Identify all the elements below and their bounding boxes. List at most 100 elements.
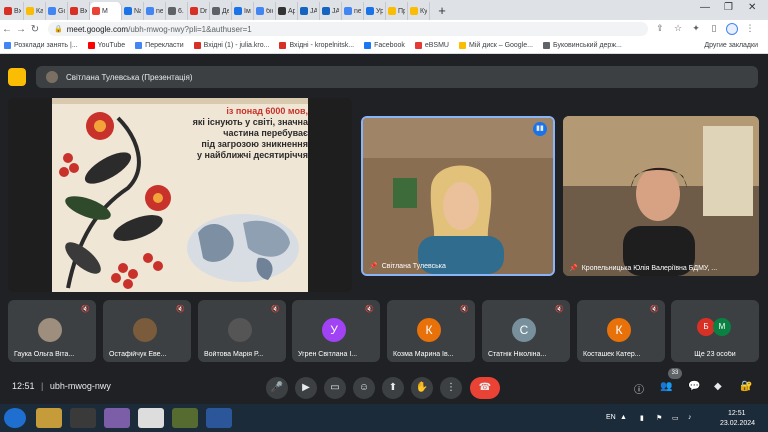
participant-tile[interactable]: 🔇 У Угрен Світлана І... xyxy=(292,300,380,362)
participant-tile[interactable]: 🔇 Гаука Ольга Віта... xyxy=(8,300,96,362)
address-bar[interactable]: 🔒 meet.google.com /ubh-mwog-nwy?pli=1&au… xyxy=(48,22,648,36)
profile-avatar[interactable] xyxy=(726,23,738,35)
participant-tile[interactable]: 🔇 Войтова Марія Р... xyxy=(198,300,286,362)
media-player-app[interactable] xyxy=(70,408,96,428)
minimize-icon[interactable]: — xyxy=(700,2,710,13)
browser-tab[interactable]: Вхі xyxy=(2,2,24,20)
bookmark-item[interactable]: Розклади занять |... xyxy=(4,42,78,49)
tab-favicon-icon xyxy=(70,7,78,15)
participant-tile[interactable]: 🔇 Остафійчук Еве... xyxy=(103,300,191,362)
camera-tile[interactable]: 📌 Кропельницька Юлія Валеріївна БДМУ, ..… xyxy=(563,116,759,276)
tab-favicon-icon xyxy=(256,7,264,15)
participant-tile[interactable]: 🔇 К Косташек Катер... xyxy=(577,300,665,362)
presentation-tile[interactable]: із понад 6000 мов, які існують у світі, … xyxy=(8,98,352,292)
forward-icon[interactable]: → xyxy=(14,24,28,35)
maximize-icon[interactable]: ❐ xyxy=(724,2,733,13)
activities-icon[interactable] xyxy=(8,68,26,86)
browser-tab[interactable]: біо xyxy=(254,2,276,20)
bookmark-item[interactable]: Facebook xyxy=(364,42,405,49)
bookmark-favicon-icon xyxy=(543,42,550,49)
emoji-icon[interactable]: ☺ xyxy=(353,377,375,399)
bookmark-item[interactable]: Буковинський держ... xyxy=(543,42,622,49)
flag-icon[interactable]: ⚑ xyxy=(656,414,662,422)
tab-label: Кар xyxy=(36,7,43,15)
tab-label: Пр xyxy=(398,7,405,15)
address-toolbar: ← → ↻ 🔒 meet.google.com /ubh-mwog-nwy?pl… xyxy=(0,20,768,38)
other-bookmarks[interactable]: Другие закладки xyxy=(704,42,758,49)
browser-tab[interactable]: М xyxy=(90,2,122,20)
browser-tab[interactable]: Dr xyxy=(188,2,210,20)
browser-tab[interactable]: 6. С xyxy=(166,2,188,20)
bookmark-item[interactable]: Вхідні - kropelnitsk... xyxy=(279,42,354,49)
tab-favicon-icon xyxy=(278,7,286,15)
word-app[interactable] xyxy=(206,408,232,428)
browser-tab[interactable]: Кар xyxy=(24,2,46,20)
menu-icon[interactable]: ⋮ xyxy=(744,23,756,35)
speaker-tile[interactable]: ▮▮ 📌 Світлана Тулевська xyxy=(361,116,555,276)
meet-stage: Світлана Тулевська (Презентація) із пона… xyxy=(0,54,768,404)
people-icon[interactable]: 👥 xyxy=(660,381,672,392)
volume-icon[interactable]: ♪ xyxy=(688,414,692,421)
browser-tab[interactable]: Де xyxy=(210,2,232,20)
tab-favicon-icon xyxy=(4,7,12,15)
chat-icon[interactable]: 💬 xyxy=(688,381,700,392)
browser-tab[interactable]: Ар xyxy=(276,2,298,20)
battery-icon[interactable]: ▭ xyxy=(672,414,679,422)
url-path: /ubh-mwog-nwy?pli=1&authuser=1 xyxy=(128,24,252,34)
browser-tab[interactable]: nev xyxy=(342,2,364,20)
new-tab-button[interactable]: + xyxy=(434,4,450,20)
browser-tab[interactable]: Na xyxy=(122,2,144,20)
bookmark-label: Перекласти xyxy=(145,42,184,49)
tab-favicon-icon xyxy=(124,7,132,15)
participant-tile[interactable]: 🔇 С Статнік Ніколіна... xyxy=(482,300,570,362)
clock-time[interactable]: 12:51 xyxy=(728,410,746,417)
back-icon[interactable]: ← xyxy=(0,24,14,35)
participant-tile[interactable]: 🔇 К Козма Марина Ів... xyxy=(387,300,475,362)
captions-icon[interactable]: ▭ xyxy=(324,377,346,399)
activities-shapes-icon[interactable]: ◆ xyxy=(714,381,722,392)
close-window-icon[interactable]: ✕ xyxy=(748,2,756,13)
pdf-app[interactable] xyxy=(172,408,198,428)
browser-tab[interactable]: nev xyxy=(144,2,166,20)
language-indicator[interactable]: EN xyxy=(606,414,616,421)
share-icon[interactable]: ⇪ xyxy=(654,23,666,35)
bookmark-item[interactable]: YouTube xyxy=(87,42,125,49)
browser-tab[interactable]: Вхі xyxy=(68,2,90,20)
chrome-app[interactable] xyxy=(138,408,164,428)
extensions-icon[interactable]: ✦ xyxy=(690,23,702,35)
start-button[interactable] xyxy=(4,408,26,428)
camera-icon[interactable]: ▶ xyxy=(295,377,317,399)
clock-date[interactable]: 23.02.2024 xyxy=(720,420,755,427)
tab-label: біо xyxy=(266,7,273,15)
more-participants-tile[interactable]: Б М Ще 23 особи xyxy=(671,300,759,362)
viber-app[interactable] xyxy=(104,408,130,428)
host-controls-icon[interactable]: 🔐 xyxy=(740,381,752,392)
browser-tab[interactable]: Кур xyxy=(408,2,430,20)
network-icon[interactable]: ▮ xyxy=(640,414,644,422)
browser-tab[interactable]: Пр xyxy=(386,2,408,20)
more-options-icon[interactable]: ⋮ xyxy=(440,377,462,399)
present-icon[interactable]: ⬆ xyxy=(382,377,404,399)
browser-tab[interactable]: Ім xyxy=(232,2,254,20)
bookmark-item[interactable]: Вхідні (1) - julia.kro... xyxy=(193,42,269,49)
browser-tab[interactable]: JAC xyxy=(320,2,342,20)
pin-icon[interactable]: 📌 xyxy=(569,264,578,272)
file-explorer-app[interactable] xyxy=(36,408,62,428)
browser-tab[interactable]: JAC xyxy=(298,2,320,20)
tab-label: Урс xyxy=(376,7,383,15)
meeting-info-icon[interactable]: ⓘ xyxy=(634,381,644,396)
bookmark-item[interactable]: Перекласти xyxy=(135,42,184,49)
browser-tab[interactable]: Go xyxy=(46,2,68,20)
sidepanel-icon[interactable]: ▯ xyxy=(708,23,720,35)
raise-hand-icon[interactable]: ✋ xyxy=(411,377,433,399)
tray-chevron-icon[interactable]: ▲ xyxy=(620,414,627,421)
pin-icon[interactable]: 📌 xyxy=(369,262,378,270)
leave-call-button[interactable]: ☎ xyxy=(470,377,500,399)
browser-tab[interactable]: Урс xyxy=(364,2,386,20)
star-icon[interactable]: ☆ xyxy=(672,23,684,35)
tab-label: Dr xyxy=(200,7,207,15)
microphone-icon[interactable]: 🎤 xyxy=(266,377,288,399)
reload-icon[interactable]: ↻ xyxy=(28,24,42,35)
bookmark-item[interactable]: Мій диск – Google... xyxy=(459,42,533,49)
bookmark-item[interactable]: eBSMU xyxy=(414,42,449,49)
